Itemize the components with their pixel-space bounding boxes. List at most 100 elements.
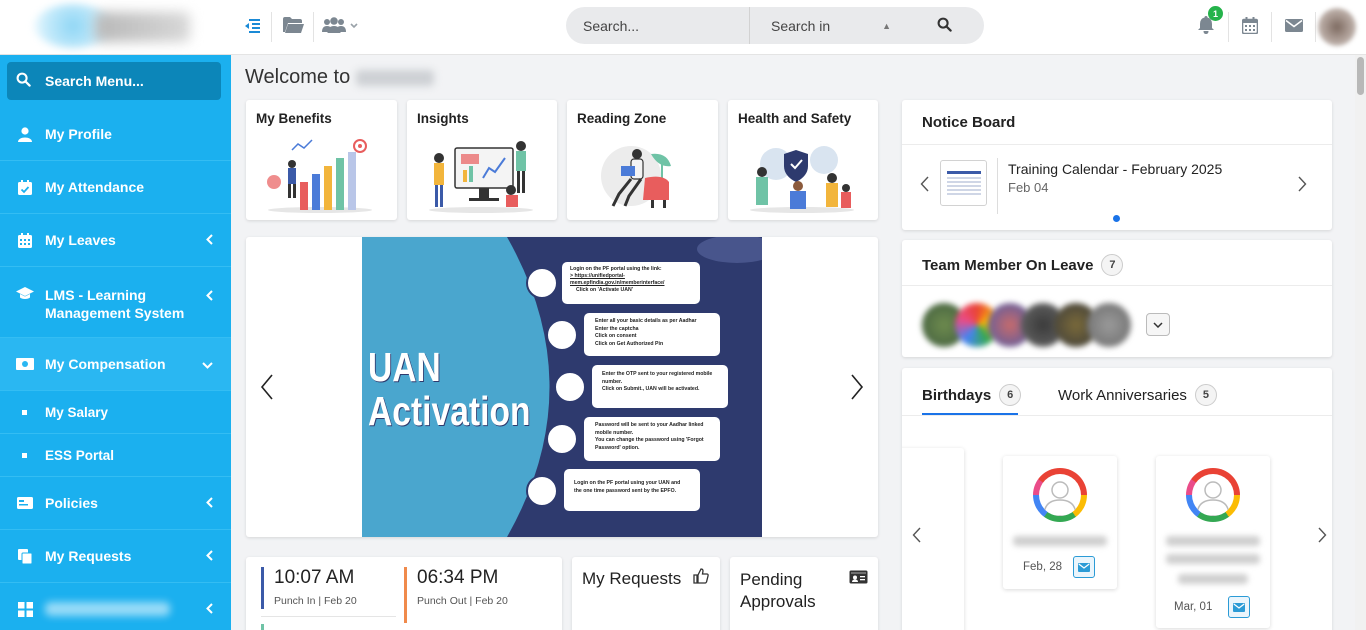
tab-birthdays[interactable]: Birthdays 6 — [922, 384, 1022, 406]
company-logo[interactable] — [0, 0, 231, 55]
search-button[interactable] — [905, 7, 984, 44]
health-safety-illustration-icon — [750, 146, 854, 213]
sidebar-item-label: My Compensation — [45, 356, 166, 372]
search-menu-button[interactable]: Search Menu... — [7, 62, 221, 100]
user-avatar[interactable] — [1318, 8, 1356, 46]
banner-step-3: Enter the OTP sent to your registered mo… — [602, 371, 726, 394]
notice-thumbnail[interactable] — [940, 160, 987, 206]
blurred-person-name — [1013, 536, 1107, 546]
page-scrollbar[interactable] — [1355, 55, 1366, 630]
sidebar: Search Menu... My Profile My Attendance … — [0, 0, 231, 630]
mail-icon — [1078, 562, 1090, 572]
card-health-and-safety[interactable]: Health and Safety — [728, 100, 878, 220]
step-text: Login on the PF portal using the link: — [570, 266, 662, 272]
tab-work-anniversaries-label: Work Anniversaries — [1058, 386, 1187, 404]
step-text: Enter the OTP sent to your registered mo… — [602, 371, 713, 377]
step-text: mem.epfindia.gov.in/memberinterface/ — [570, 280, 665, 286]
banner-step-1: Login on the PF portal using the link: >… — [570, 266, 698, 294]
carousel-next-button[interactable] — [850, 374, 864, 405]
scrollbar-thumb[interactable] — [1357, 57, 1364, 95]
sidebar-item-my-requests[interactable]: My Requests — [0, 530, 231, 583]
step-text: Click on Submit., UAN will be activated. — [602, 386, 700, 392]
welcome-heading: Welcome to — [245, 66, 435, 89]
sidebar-item-my-profile[interactable]: My Profile — [0, 108, 231, 161]
sidebar-item-label: Policies — [45, 495, 98, 511]
more-members-avatar[interactable] — [1087, 303, 1131, 347]
expand-members-button[interactable] — [1146, 313, 1170, 336]
sidebar-menu: My Profile My Attendance My Leaves LMS -… — [0, 108, 231, 630]
announcement-carousel: UAN Activation Login on the PF portal us… — [246, 237, 878, 537]
calendar-icon[interactable] — [1241, 17, 1259, 39]
divider — [1271, 12, 1272, 42]
chevron-left-icon — [206, 495, 213, 511]
search-input[interactable]: Search... — [566, 7, 750, 44]
carousel-prev-button[interactable] — [260, 374, 274, 405]
chevron-left-icon — [206, 232, 213, 248]
thumbs-up-icon — [693, 568, 709, 589]
birthday-date: Feb, 28 — [1023, 561, 1062, 573]
card-reading-zone[interactable]: Reading Zone — [567, 100, 718, 220]
sidebar-item-blurred[interactable] — [0, 583, 231, 630]
user-icon — [16, 126, 34, 142]
copy-icon — [16, 548, 34, 564]
step-text: Click on 'Activate UAN' — [576, 287, 633, 293]
notice-item-title[interactable]: Training Calendar - February 2025 — [1008, 161, 1222, 177]
step-text: Login on the PF portal using your UAN an… — [574, 480, 681, 486]
bullet-icon — [22, 409, 27, 415]
sidebar-item-ess-portal[interactable]: ESS Portal — [0, 434, 231, 477]
card-title: Insights — [417, 111, 469, 126]
sidebar-item-my-salary[interactable]: My Salary — [0, 391, 231, 434]
divider — [997, 158, 998, 214]
anniversaries-count-badge: 5 — [1194, 384, 1217, 406]
step-text: number. — [602, 378, 623, 385]
uan-activation-banner[interactable]: UAN Activation Login on the PF portal us… — [362, 237, 762, 537]
send-wish-button[interactable] — [1228, 596, 1250, 618]
carousel-dot-active[interactable] — [1113, 215, 1120, 222]
divider — [902, 285, 1332, 286]
birthdays-prev-button[interactable] — [912, 527, 921, 548]
reading-zone-illustration-icon — [601, 146, 671, 208]
divider — [902, 144, 1332, 145]
folder-icon[interactable] — [283, 17, 304, 39]
notice-next-button[interactable] — [1298, 176, 1307, 197]
user-silhouette-icon — [1043, 481, 1077, 516]
sidebar-item-label: LMS - Learning — [45, 287, 147, 303]
users-group-icon[interactable] — [322, 17, 360, 39]
notice-board-title: Notice Board — [922, 114, 1016, 131]
sidebar-item-my-attendance[interactable]: My Attendance — [0, 161, 231, 214]
birthdays-next-button[interactable] — [1318, 527, 1327, 548]
pending-approvals-card[interactable]: Pending Approvals — [730, 557, 878, 630]
search-icon — [937, 17, 952, 35]
team-leave-title: Team Member On Leave 7 — [922, 254, 1124, 276]
notice-prev-button[interactable] — [920, 176, 929, 197]
my-requests-card[interactable]: My Requests — [572, 557, 720, 630]
sidebar-item-policies[interactable]: Policies — [0, 477, 231, 530]
divider — [1228, 12, 1229, 42]
sidebar-item-lms[interactable]: LMS - Learning Management System — [0, 267, 231, 338]
person-avatar — [1186, 468, 1240, 522]
collapse-sidebar-icon[interactable] — [244, 18, 260, 38]
pending-line1: Pending — [740, 570, 803, 589]
search-in-select[interactable]: Search in ▲ — [750, 7, 905, 44]
tab-work-anniversaries[interactable]: Work Anniversaries 5 — [1058, 384, 1217, 406]
punch-in-label: Punch In | Feb 20 — [274, 595, 357, 607]
chevron-left-icon — [206, 601, 213, 617]
card-my-benefits[interactable]: My Benefits — [246, 100, 397, 220]
blurred-person-name — [1166, 536, 1260, 546]
money-icon — [16, 358, 34, 370]
blurred-person-name-line3 — [1178, 574, 1248, 584]
banner-step-2: Enter all your basic details as per Aadh… — [595, 318, 717, 348]
send-wish-button[interactable] — [1073, 556, 1095, 578]
divider — [261, 616, 396, 617]
birthday-person-card[interactable]: Mar, 01 — [1156, 456, 1270, 628]
blurred-person-name-line2 — [1166, 554, 1260, 564]
notification-count-badge: 1 — [1208, 6, 1223, 21]
mail-icon[interactable] — [1285, 19, 1303, 37]
sidebar-item-my-leaves[interactable]: My Leaves — [0, 214, 231, 267]
banner-title-line2: Activation — [368, 388, 531, 434]
mail-icon — [1233, 602, 1245, 612]
step-text: Password will be sent to your Aadhar lin… — [595, 422, 704, 428]
card-insights[interactable]: Insights — [407, 100, 557, 220]
birthday-person-card[interactable]: Feb, 28 — [1003, 456, 1117, 589]
sidebar-item-my-compensation[interactable]: My Compensation — [0, 338, 231, 391]
